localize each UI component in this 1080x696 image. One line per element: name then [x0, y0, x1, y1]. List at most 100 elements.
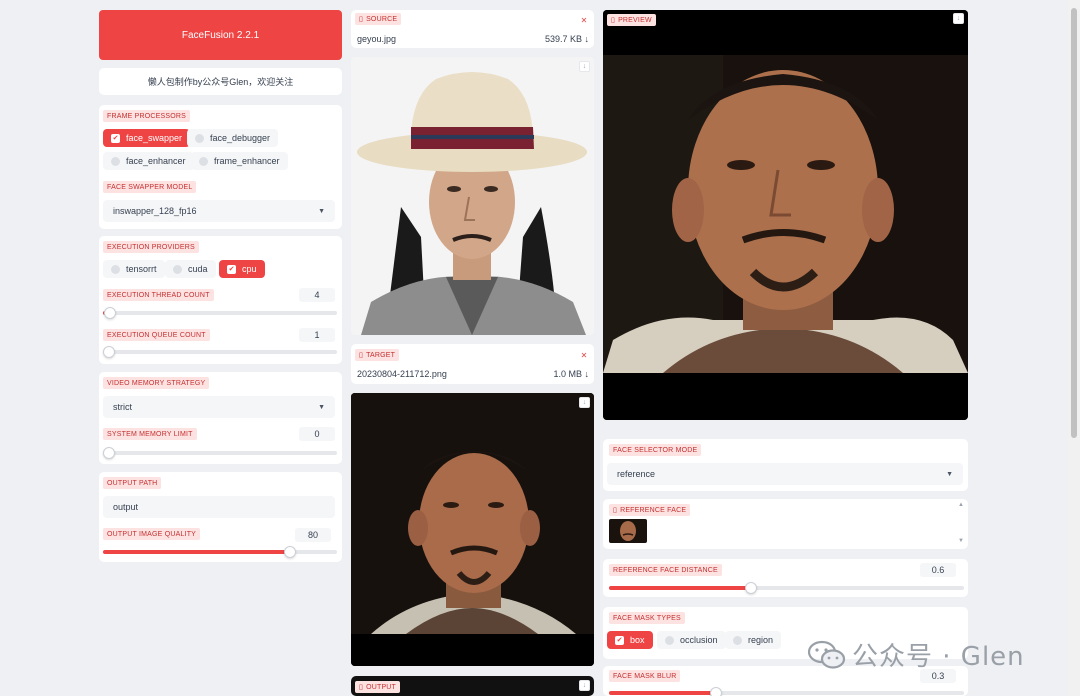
option-tensorrt[interactable]: tensorrt: [103, 260, 165, 278]
scrollbar-thumb[interactable]: [1071, 8, 1077, 438]
source-image: ↓: [351, 57, 594, 335]
download-icon[interactable]: ↓: [953, 13, 964, 24]
reference-face-label: ▯ REFERENCE FACE: [609, 504, 691, 516]
execution-thread-count-label: EXECUTION THREAD COUNT: [103, 289, 214, 301]
caret-down-icon: ▼: [946, 470, 953, 478]
download-icon[interactable]: ↓: [579, 61, 590, 72]
source-filename: geyou.jpg: [357, 34, 397, 44]
system-memory-limit-input[interactable]: 0: [299, 427, 335, 441]
source-panel: ▯ SOURCE ✕ geyou.jpg 539.7 KB ↓: [351, 10, 594, 48]
face-selector-mode-label: FACE SELECTOR MODE: [609, 444, 702, 456]
execution-queue-count-input[interactable]: 1: [299, 328, 335, 342]
option-label: face_enhancer: [126, 156, 186, 166]
reference-face-panel: ▯ REFERENCE FACE ▲ ▼: [603, 499, 968, 549]
target-filesize[interactable]: 1.0 MB ↓: [553, 369, 589, 379]
download-icon[interactable]: ↓: [579, 397, 590, 408]
execution-providers-label: EXECUTION PROVIDERS: [103, 241, 199, 253]
slider-handle[interactable]: [745, 582, 757, 594]
face-swapper-model-select[interactable]: inswapper_128_fp16 ▼: [103, 200, 335, 222]
option-region[interactable]: region: [725, 631, 782, 649]
option-label: region: [748, 635, 774, 645]
page-scrollbar[interactable]: [1068, 0, 1080, 696]
option-cuda[interactable]: cuda: [165, 260, 216, 278]
execution-queue-count-slider[interactable]: [103, 346, 337, 358]
output-image-quality-label: OUTPUT IMAGE QUALITY: [103, 528, 201, 540]
download-icon[interactable]: ↓: [579, 680, 590, 691]
radio-icon: [111, 264, 120, 274]
system-memory-limit-slider[interactable]: [103, 447, 337, 459]
wechat-icon: [808, 640, 846, 669]
target-portrait-illustration: [351, 393, 594, 666]
option-label: cpu: [242, 264, 257, 274]
close-icon[interactable]: ✕: [579, 350, 589, 360]
target-label-text: TARGET: [366, 351, 396, 359]
radio-icon: [111, 156, 120, 166]
slider-handle[interactable]: [103, 447, 115, 459]
close-icon[interactable]: ✕: [579, 15, 589, 25]
output-panel: ▯ OUTPUT ↓: [351, 676, 594, 696]
output-image-quality-slider[interactable]: [103, 546, 337, 558]
radio-icon: [173, 264, 182, 274]
slider-handle[interactable]: [103, 346, 115, 358]
option-cpu[interactable]: ✔ cpu: [219, 260, 265, 278]
scroll-down-icon[interactable]: ▼: [958, 538, 964, 544]
option-label: tensorrt: [126, 264, 157, 274]
scroll-up-icon[interactable]: ▲: [958, 502, 964, 508]
face-mask-blur-slider[interactable]: [609, 687, 964, 696]
preview-image: [603, 10, 968, 420]
preview-label: ▯ PREVIEW: [607, 14, 656, 26]
output-image-quality-input[interactable]: 80: [295, 528, 331, 542]
option-label: frame_enhancer: [214, 156, 280, 166]
option-label: occlusion: [680, 635, 718, 645]
credit-text: 懒人包制作by公众号Glen，欢迎关注: [99, 68, 342, 95]
file-icon: ▯: [359, 352, 364, 359]
source-label-text: SOURCE: [366, 15, 398, 23]
execution-thread-count-slider[interactable]: [103, 307, 337, 319]
caret-down-icon: ▼: [318, 403, 325, 411]
memory-panel: VIDEO MEMORY STRATEGY strict ▼ SYSTEM ME…: [99, 372, 342, 464]
reference-face-distance-label: REFERENCE FACE DISTANCE: [609, 564, 722, 576]
slider-fill: [609, 586, 751, 590]
image-icon: ▯: [611, 17, 616, 24]
slider-fill: [103, 550, 290, 554]
execution-panel: EXECUTION PROVIDERS tensorrt cuda ✔ cpu …: [99, 236, 342, 364]
frame-processors-label: FRAME PROCESSORS: [103, 110, 191, 122]
check-icon: ✔: [227, 264, 236, 274]
video-memory-strategy-select[interactable]: strict ▼: [103, 396, 335, 418]
option-label: face_debugger: [210, 133, 271, 143]
option-occlusion[interactable]: occlusion: [657, 631, 726, 649]
option-face-enhancer[interactable]: face_enhancer: [103, 152, 194, 170]
option-face-swapper[interactable]: ✔ face_swapper: [103, 129, 191, 147]
app-title-button: FaceFusion 2.2.1: [99, 10, 342, 60]
reference-face-thumbnail[interactable]: [609, 519, 647, 543]
face-swapper-model-label: FACE SWAPPER MODEL: [103, 181, 197, 193]
output-label: ▯ OUTPUT: [355, 681, 401, 693]
slider-handle[interactable]: [710, 687, 722, 696]
radio-icon: [199, 156, 208, 166]
preview-label-text: PREVIEW: [618, 16, 652, 24]
reference-face-distance-input[interactable]: 0.6: [920, 563, 956, 577]
option-face-debugger[interactable]: face_debugger: [187, 129, 279, 147]
slider-handle[interactable]: [284, 546, 296, 558]
image-icon: ▯: [613, 507, 618, 514]
target-panel: ▯ TARGET ✕ 20230804-211712.png 1.0 MB ↓: [351, 344, 594, 384]
caret-down-icon: ▼: [318, 207, 325, 215]
face-selector-mode-select[interactable]: reference ▼: [607, 463, 963, 485]
target-label: ▯ TARGET: [355, 349, 400, 361]
target-filename: 20230804-211712.png: [357, 369, 447, 379]
select-value: inswapper_128_fp16: [113, 206, 197, 216]
file-icon: ▯: [359, 684, 364, 691]
watermark: 公众号 · Glen: [808, 636, 1025, 673]
reference-face-image: [609, 519, 647, 543]
radio-icon: [665, 635, 674, 645]
execution-thread-count-input[interactable]: 4: [299, 288, 335, 302]
option-frame-enhancer[interactable]: frame_enhancer: [191, 152, 288, 170]
slider-handle[interactable]: [104, 307, 116, 319]
slider-fill: [609, 691, 716, 695]
output-path-input[interactable]: output: [103, 496, 335, 518]
target-file-row: 20230804-211712.png 1.0 MB ↓: [357, 369, 589, 379]
option-box[interactable]: ✔ box: [607, 631, 653, 649]
source-filesize[interactable]: 539.7 KB ↓: [545, 34, 589, 44]
reference-face-distance-slider[interactable]: [609, 582, 964, 594]
preview-panel: ▯ PREVIEW ↓: [603, 10, 968, 420]
